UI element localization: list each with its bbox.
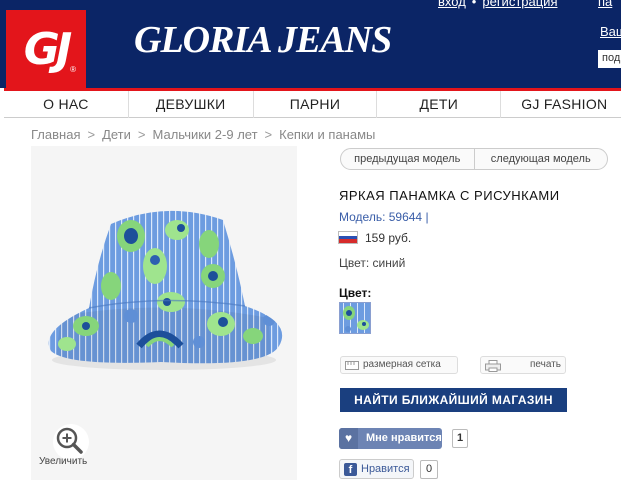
bucket-hat-picture [48,210,283,460]
nav-item-boys[interactable]: ПАРНИ [254,91,378,118]
breadcrumb-kids[interactable]: Дети [102,127,131,142]
nav-item-about[interactable]: О НАС [4,91,129,118]
prev-model-button[interactable]: предыдущая модель [341,149,475,169]
next-model-button[interactable]: следующая модель [475,149,608,169]
facebook-like-count: 0 [420,460,438,479]
ruler-icon [345,360,359,377]
product-price: 159 руб. [365,231,412,245]
top-links: вход • регистрация па [438,0,612,9]
zoom-label[interactable]: Увеличить [39,456,87,467]
russia-flag-icon [338,231,358,244]
size-chart-button[interactable]: размерная сетка [340,356,458,374]
breadcrumb: Главная > Дети > Мальчики 2-9 лет > Кепки и па… [31,127,375,142]
facebook-like-label: Нравится [361,463,410,475]
breadcrumb-separator: > [264,127,273,142]
swatch-pattern [340,303,370,333]
nav-item-girls[interactable]: ДЕВУШКИ [129,91,254,118]
breadcrumb-caps-hats[interactable]: Кепки и панамы [279,127,375,142]
product-model: Модель: 59644 | [339,210,429,224]
logo-registered-mark: ® [70,65,76,74]
printer-icon [485,360,501,378]
breadcrumb-separator: > [137,127,146,142]
like-count: 1 [452,429,468,448]
like-button[interactable]: ♥ Мне нравится [339,428,442,449]
separator-dot: • [471,0,477,9]
top-extra-link[interactable]: па [598,0,612,9]
size-chart-label: размерная сетка [363,359,441,370]
product-image[interactable]: Увеличить [31,146,297,480]
brand-wordmark[interactable]: GLORIA JEANS [134,18,392,62]
facebook-icon: f [344,463,357,476]
find-nearest-store-button[interactable]: НАЙТИ БЛИЖАЙШИЙ МАГАЗИН [340,388,567,412]
product-title: ЯРКАЯ ПАНАМКА С РИСУНКАМИ [339,188,560,203]
register-link[interactable]: регистрация [482,0,557,9]
breadcrumb-separator: > [87,127,96,142]
breadcrumb-home[interactable]: Главная [31,127,80,142]
heart-icon: ♥ [339,428,358,449]
site-header: вход • регистрация па GJ ® GLORIA JEANS Ва… [0,0,621,88]
magnifier-plus-icon[interactable] [53,424,89,460]
model-navigation: предыдущая модель следующая модель [340,148,608,170]
nav-item-kids[interactable]: ДЕТИ [377,91,502,118]
gj-logo[interactable]: GJ ® [6,10,86,88]
color-swatch[interactable] [339,302,371,334]
print-button[interactable]: печать [480,356,566,374]
color-heading: Цвет: [339,286,372,300]
breadcrumb-boys-2-9[interactable]: Мальчики 2-9 лет [153,127,258,142]
print-label: печать [530,359,561,370]
header-right-input[interactable]: под [598,50,621,68]
header-right-link[interactable]: Ваш [600,24,621,39]
login-link[interactable]: вход [438,0,466,9]
facebook-like-button[interactable]: f Нравится [339,459,414,479]
main-nav: О НАС ДЕВУШКИ ПАРНИ ДЕТИ GJ FASHION [4,88,621,118]
nav-item-gj-fashion[interactable]: GJ FASHION [501,91,621,118]
like-label: Мне нравится [366,432,442,444]
color-value: Цвет: синий [339,256,406,270]
